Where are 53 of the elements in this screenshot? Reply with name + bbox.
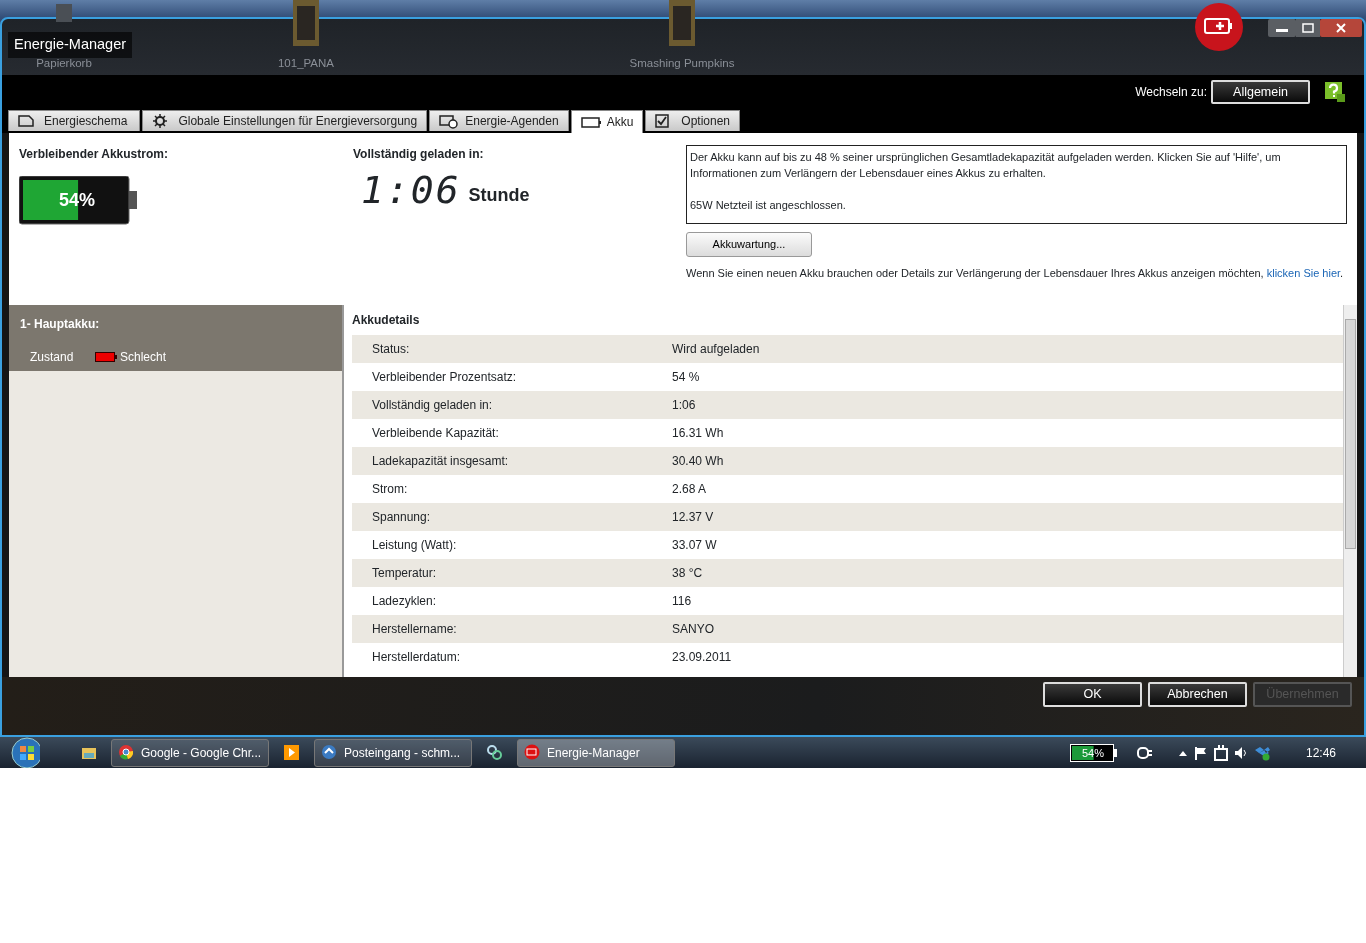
detail-value: 23.09.2011 [672, 649, 732, 666]
details-title: Akkudetails [352, 312, 421, 329]
detail-value: 33.07 W [672, 537, 717, 554]
detail-value: 38 °C [672, 565, 703, 582]
switch-label: Wechseln zu: [1135, 84, 1207, 101]
detail-value: 1:06 [672, 397, 696, 414]
detail-label: Strom: [371, 481, 409, 498]
info-text: Der Akku kann auf bis zu 48 % seiner ursprünglichen Gesamtladekapazität aufgeladen werden. Klicken Sie auf 'Hilfe', um Informationen zum Verlängern der Lebensdauer eines Akkus zu erhalten. [690, 150, 1282, 181]
link[interactable]: klicken Sie hier [1266, 267, 1341, 279]
detail-label: Ladezyklen: [371, 593, 438, 610]
tab[interactable]: Globale Einstellungen für Energieversorgung [142, 110, 428, 131]
taskbar-button[interactable]: Energie-Manager [517, 738, 675, 767]
dialog-button[interactable]: OK [1043, 682, 1142, 707]
info-text: 65W Netzteil ist angeschlossen. [690, 198, 847, 213]
detail-value: SANYO [672, 621, 714, 638]
charge-time-heading: Vollständig geladen in: [353, 146, 485, 163]
tray-battery-percent: 54% [1081, 745, 1104, 760]
maintenance-button[interactable]: Akkuwartung... [686, 232, 812, 257]
detail-value: 2.68 A [672, 481, 707, 498]
detail-label: Herstellerdatum: [371, 649, 462, 666]
desktop-icon-label: Papierkorb [36, 55, 92, 71]
tab[interactable]: Optionen [645, 110, 740, 131]
detail-value: 16.31 Wh [672, 425, 724, 442]
desktop-icon-label: 101_PANA [277, 55, 334, 71]
battery-heading: Verbleibender Akkustrom: [19, 146, 169, 163]
taskbar-button[interactable]: Google - Google Chr... [111, 738, 269, 767]
desktop-icon-label: Smashing Pumpkins [629, 55, 735, 71]
tab[interactable]: Energie-Agenden [429, 110, 569, 131]
battery-list-item[interactable]: 1- Hauptakku: Zustand Schlecht [9, 305, 342, 371]
charge-time: 1:06 [360, 171, 461, 209]
detail-value: 116 [672, 593, 692, 610]
clock: 12:46 [1305, 744, 1336, 762]
window-title: Energie-Manager [8, 32, 133, 58]
detail-label: Status: [371, 341, 411, 358]
allgemein-button[interactable]: Allgemein [1211, 80, 1310, 104]
detail-value: 54 % [672, 369, 700, 386]
detail-value: 12.37 V [672, 509, 714, 526]
tab[interactable]: Energieschema [8, 110, 141, 131]
detail-label: Vollständig geladen in: [371, 397, 494, 414]
detail-label: Leistung (Watt): [371, 537, 458, 554]
detail-label: Ladekapazität insgesamt: [371, 453, 510, 470]
time-unit: Stunde [468, 184, 530, 207]
detail-value: 30.40 Wh [672, 453, 724, 470]
detail-label: Temperatur: [371, 565, 438, 582]
detail-label: Verbleibende Kapazität: [371, 425, 500, 442]
detail-label: Verbleibender Prozentsatz: [371, 369, 518, 386]
detail-value: Wird aufgeladen [672, 341, 760, 358]
replace-note: Wenn Sie einen neuen Akku brauchen oder Details zur Verlängerung der Lebensdauer Ihres Akkus anzeigen möchten, klicken Sie hier. [686, 266, 1345, 281]
detail-label: Spannung: [371, 509, 432, 526]
tab[interactable]: Akku [570, 110, 644, 133]
detail-label: Herstellername: [371, 621, 458, 638]
taskbar-button[interactable]: Posteingang - schm... [314, 738, 472, 767]
dialog-button[interactable]: Abbrechen [1148, 682, 1247, 707]
